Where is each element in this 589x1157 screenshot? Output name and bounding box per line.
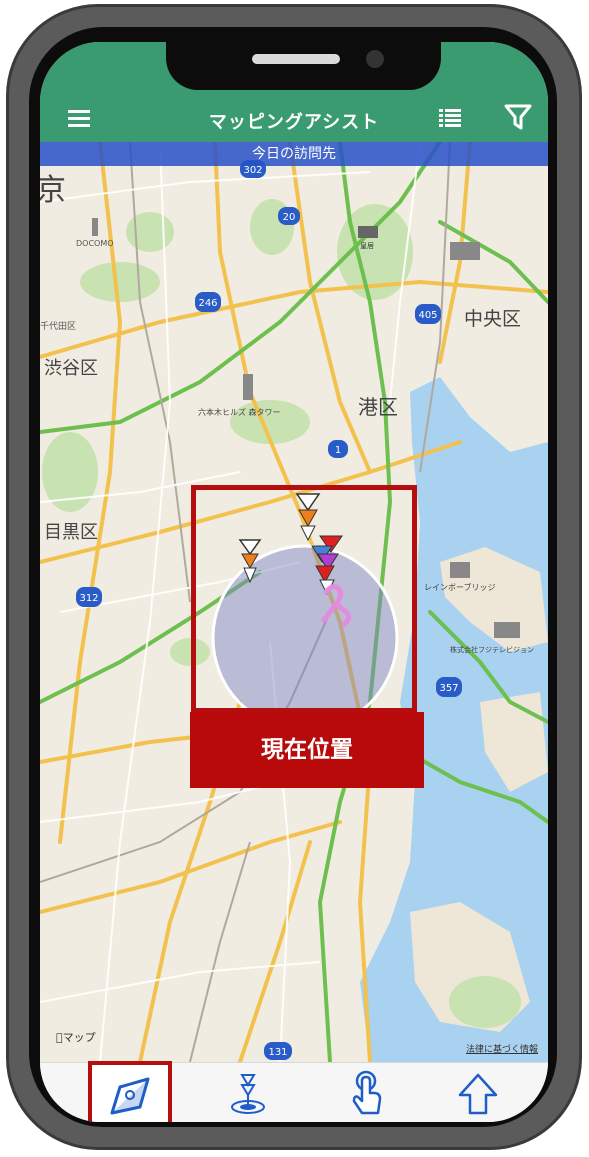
svg-text:1: 1 (335, 445, 341, 456)
map-label-shibuya: 渋谷区 (44, 358, 98, 379)
route-shield-20: 20 (278, 207, 300, 225)
current-location-label: 現在位置 (190, 712, 424, 788)
list-view-icon[interactable] (436, 104, 464, 132)
touch-hand-icon (352, 1070, 382, 1115)
legal-info-link[interactable]: 法律に基づく情報 (466, 1042, 538, 1055)
front-camera (366, 50, 384, 68)
svg-text:405: 405 (418, 310, 437, 321)
tab-compass[interactable] (88, 1061, 172, 1122)
svg-text:357: 357 (439, 683, 458, 694)
tab-target[interactable] (206, 1063, 290, 1122)
route-shield-405: 405 (415, 304, 441, 324)
map-label-kokyo: 皇居 (360, 241, 374, 250)
map-label-roppongi: 六本木ヒルズ 森タワー (198, 407, 281, 417)
route-shield-131: 131 (264, 1042, 292, 1060)
app-title: マッピングアシスト (208, 112, 380, 133)
svg-text:246: 246 (198, 298, 217, 309)
route-shield-357: 357 (436, 677, 462, 697)
compass-icon (110, 1077, 150, 1115)
current-location-highlight (191, 485, 417, 713)
route-shield-246: 246 (195, 292, 221, 312)
map-label-minato: 港区 (358, 395, 398, 419)
route-shield-1: 1 (328, 440, 348, 458)
filter-icon[interactable] (503, 102, 533, 132)
svg-text:302: 302 (243, 165, 262, 176)
map-label-chiyoda: 千代田区 (40, 321, 76, 332)
bottom-toolbar (40, 1061, 548, 1122)
route-shield-312: 312 (76, 587, 102, 607)
target-pin-icon (231, 1074, 265, 1114)
speaker (252, 54, 340, 64)
todays-visits-banner[interactable]: 今日の訪問先 (40, 142, 548, 166)
apple-maps-credit: マップ (56, 1031, 96, 1044)
svg-text:312: 312 (79, 593, 98, 604)
tab-navigate[interactable] (436, 1063, 520, 1122)
map-label-docomo: DOCOMO (76, 239, 114, 248)
phone-notch (166, 42, 441, 90)
map-label-kyo: 京 (40, 173, 66, 208)
up-arrow-icon (458, 1073, 498, 1115)
map-label-rainbow: レインボーブリッジ (424, 582, 496, 592)
svg-text:131: 131 (268, 1047, 287, 1058)
map-label-chuo: 中央区 (464, 308, 521, 330)
map-label-fuji: 株式会社フジテレビジョン (450, 645, 534, 654)
svg-text:20: 20 (283, 212, 296, 223)
tab-touch[interactable] (326, 1063, 410, 1122)
map-label-meguro: 目黒区 (44, 522, 98, 543)
